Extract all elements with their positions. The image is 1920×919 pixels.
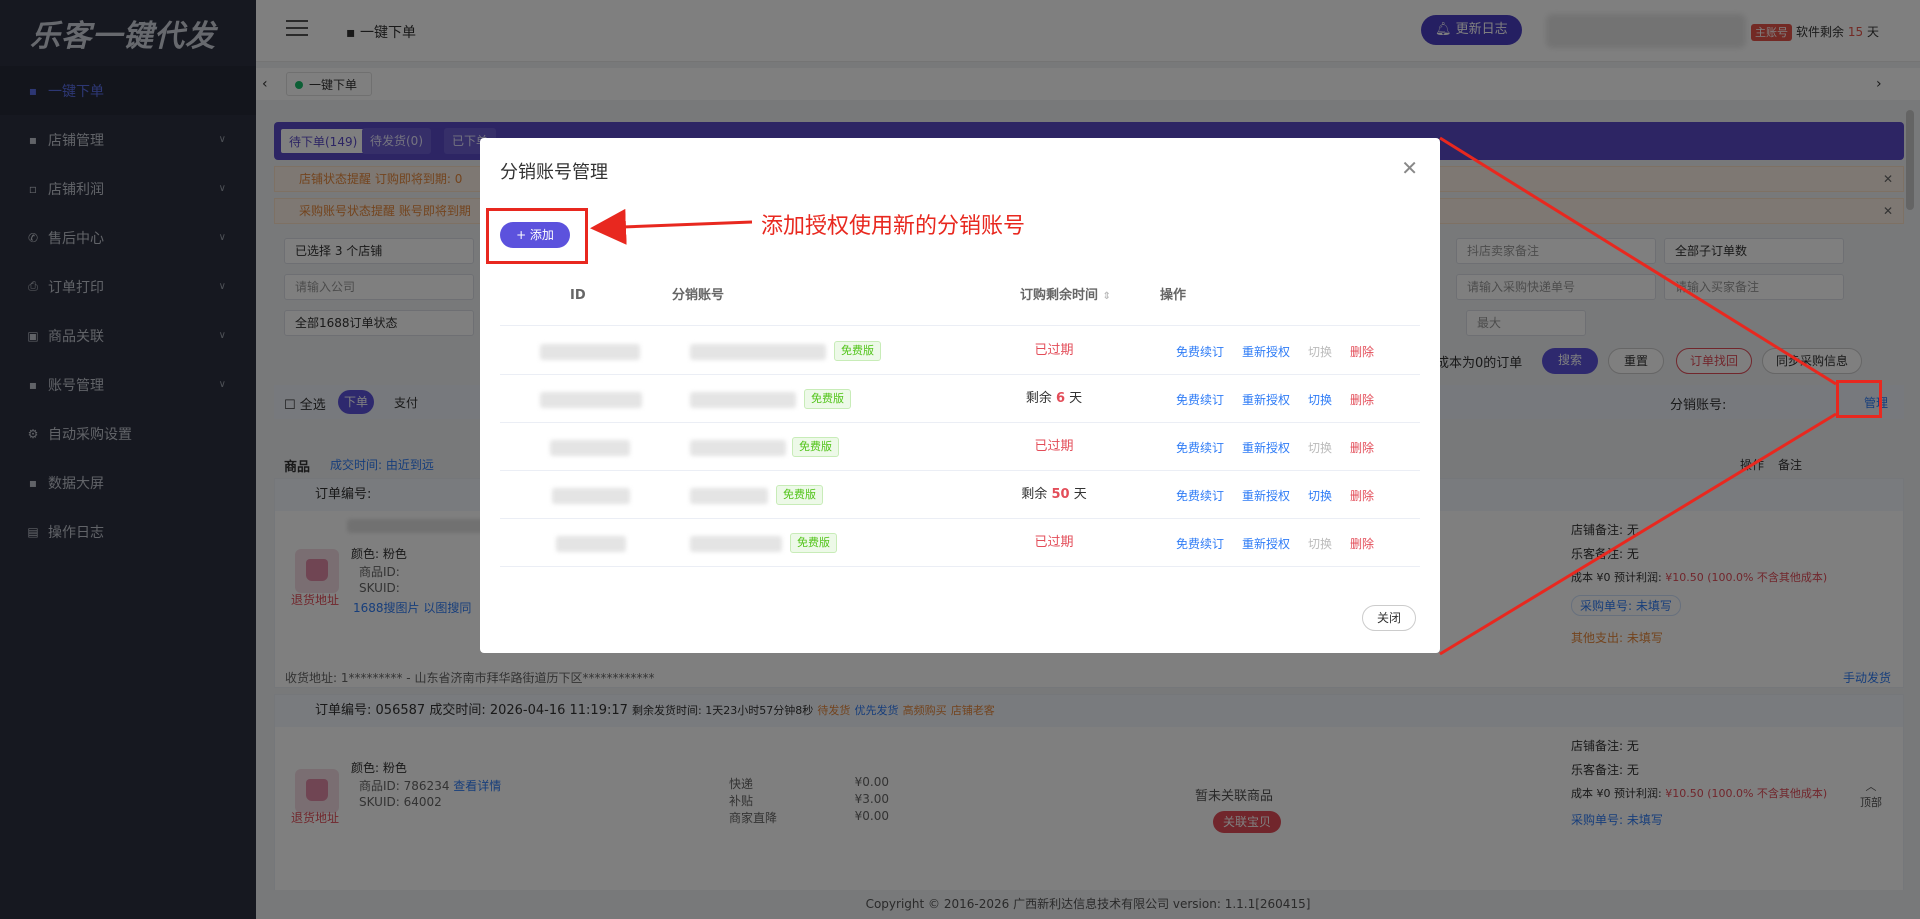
zoom-line-top [1439,136,1837,386]
annotation-text: 添加授权使用新的分销账号 [761,214,1026,239]
zoom-line-bottom [1439,412,1837,656]
app-root: 乐客一键代发 ▪一键下单 ▪店铺管理∨ ▫店铺利润∨ ✆售后中心∨ ⎙订单打印∨… [0,0,1920,919]
annotation-arrow [590,208,753,245]
annotation-arrows [590,136,1837,656]
